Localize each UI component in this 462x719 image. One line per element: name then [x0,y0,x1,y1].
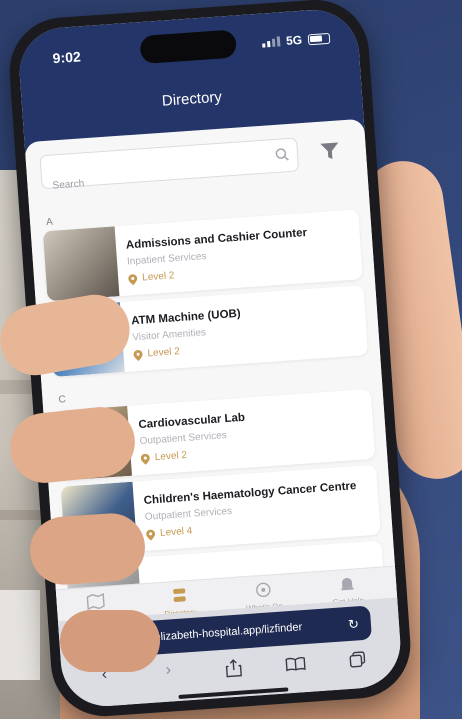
card-level: Level 2 [141,270,175,284]
search-input[interactable]: Search [39,137,300,192]
hand-finger [60,610,160,672]
location-pin-icon [133,350,143,361]
card-title: Children's Haematology Cancer Centre [143,480,357,507]
filter-icon[interactable] [317,138,343,164]
directory-icon [173,588,186,602]
battery-icon [307,32,331,45]
reload-icon[interactable]: ↻ [347,616,359,633]
section-letter-c: C [58,394,67,406]
directory-card[interactable]: Admissions and Cashier Counter Inpatient… [42,209,363,302]
card-category: Inpatient Services [126,251,207,268]
card-category: Visitor Amenities [132,327,207,344]
card-level: Level 2 [154,449,188,464]
share-icon[interactable] [225,659,242,678]
search-icon[interactable] [275,147,290,162]
page-title: Directory [161,88,223,110]
bell-icon [341,578,354,591]
search-row: Search [39,134,353,192]
card-level: Level 4 [159,525,193,539]
bookmarks-icon[interactable] [285,656,306,672]
section-letter-a: A [45,216,54,229]
card-category: Outpatient Services [139,430,228,448]
hand-finger [27,511,148,587]
home-indicator [178,687,289,700]
location-pin-icon [128,274,138,286]
location-pin-icon [140,453,150,465]
card-photo [42,226,120,302]
card-level: Level 2 [147,346,181,360]
location-pin-icon [146,529,156,541]
status-indicators: 5G [262,31,331,50]
card-title: Cardiovascular Lab [138,411,246,432]
card-title: Admissions and Cashier Counter [125,226,308,252]
tabs-icon[interactable] [349,651,366,668]
search-placeholder: Search [52,178,85,192]
network-label: 5G [285,32,303,48]
signal-icon [262,36,281,48]
forward-icon[interactable]: › [165,662,172,680]
card-category: Outpatient Services [144,505,233,523]
calendar-icon [256,582,271,598]
url-text: ntelizabeth-hospital.app/lizfinder [144,621,303,645]
map-icon [86,592,105,611]
background-box [0,590,40,680]
card-title: ATM Machine (UOB) [130,307,242,328]
status-time: 9:02 [52,48,82,67]
